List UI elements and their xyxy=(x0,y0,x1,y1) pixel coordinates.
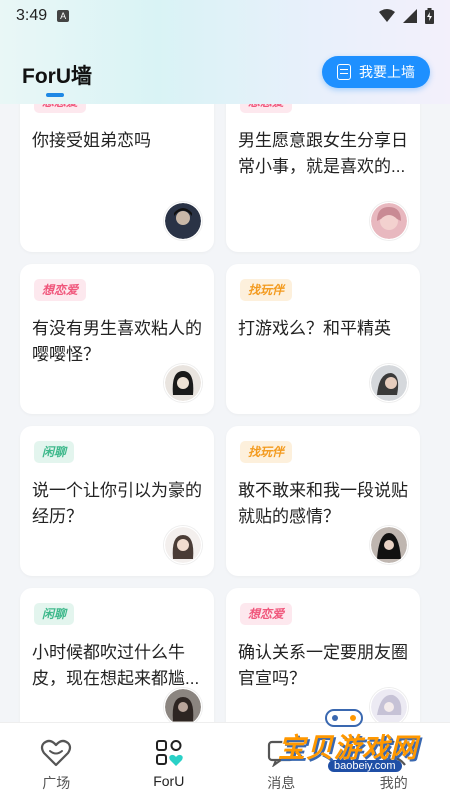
tab-foru[interactable]: ForU xyxy=(113,723,226,801)
post-text: 打游戏么？和平精英 xyxy=(238,316,410,342)
status-bar: 3:49 A xyxy=(0,0,450,32)
post-tag: 找玩伴 xyxy=(240,279,292,301)
heart-icon xyxy=(40,739,72,767)
note-icon xyxy=(337,64,351,80)
post-card[interactable]: 闲聊 说一个让你引以为豪的经历？ xyxy=(20,426,214,576)
post-text: 说一个让你引以为豪的经历？ xyxy=(32,478,204,530)
tab-square[interactable]: 广场 xyxy=(0,723,113,801)
post-text: 有没有男生喜欢粘人的嘤嘤怪？ xyxy=(32,316,204,368)
post-text: 男生愿意跟女生分享日常小事，就是喜欢的... xyxy=(238,128,410,180)
post-card[interactable]: 想恋爱 男生愿意跟女生分享日常小事，就是喜欢的... xyxy=(226,104,420,252)
post-tag: 找玩伴 xyxy=(240,441,292,463)
user-avatar[interactable] xyxy=(370,364,408,402)
signal-icon xyxy=(403,9,417,23)
post-tag: 想恋爱 xyxy=(34,279,86,301)
post-card[interactable]: 想恋爱 有没有男生喜欢粘人的嘤嘤怪？ xyxy=(20,264,214,414)
title-indicator xyxy=(46,93,64,97)
notification-badge: A xyxy=(57,10,69,22)
post-tag: 闲聊 xyxy=(34,603,74,625)
post-feed[interactable]: 想恋爱 你接受姐弟恋吗 想恋爱 男生愿意跟女生分享日常小事，就是喜欢的... 想… xyxy=(0,104,450,722)
status-time: 3:49 xyxy=(16,7,47,25)
tab-label: 广场 xyxy=(42,773,70,793)
user-avatar[interactable] xyxy=(164,526,202,564)
battery-icon xyxy=(425,8,434,24)
tab-label: ForU xyxy=(153,773,184,789)
post-card[interactable]: 想恋爱 确认关系一定要朋友圈官宣吗？ xyxy=(226,588,420,722)
post-card[interactable]: 想恋爱 你接受姐弟恋吗 xyxy=(20,104,214,252)
post-tag: 想恋爱 xyxy=(240,104,292,113)
post-text: 小时候都吹过什么牛皮，现在想起来都尴... xyxy=(32,640,204,692)
post-tag: 想恋爱 xyxy=(34,104,86,113)
gamepad-icon xyxy=(324,706,364,728)
header: 3:49 A ForU墙 我要上墙 xyxy=(0,0,450,104)
user-avatar[interactable] xyxy=(370,526,408,564)
user-avatar[interactable] xyxy=(164,688,202,722)
page-title: ForU墙 xyxy=(22,60,92,90)
user-avatar[interactable] xyxy=(164,364,202,402)
post-card[interactable]: 闲聊 小时候都吹过什么牛皮，现在想起来都尴... xyxy=(20,588,214,722)
wifi-icon xyxy=(379,9,395,23)
post-card[interactable]: 找玩伴 敢不敢来和我一段说贴就贴的感情？ xyxy=(226,426,420,576)
post-text: 敢不敢来和我一段说贴就贴的感情？ xyxy=(238,478,410,530)
post-text: 确认关系一定要朋友圈官宣吗？ xyxy=(238,640,410,692)
watermark-url: baobeiy.com xyxy=(328,760,402,772)
post-tag: 闲聊 xyxy=(34,441,74,463)
post-tag: 想恋爱 xyxy=(240,603,292,625)
post-to-wall-label: 我要上墙 xyxy=(359,62,415,82)
grid-heart-icon xyxy=(155,739,183,767)
watermark-logo: 宝贝游戏网 baobeiy.com xyxy=(272,706,422,780)
post-text: 你接受姐弟恋吗 xyxy=(32,128,204,154)
user-avatar[interactable] xyxy=(164,202,202,240)
post-card[interactable]: 找玩伴 打游戏么？和平精英 xyxy=(226,264,420,414)
user-avatar[interactable] xyxy=(370,202,408,240)
post-to-wall-button[interactable]: 我要上墙 xyxy=(322,56,430,88)
